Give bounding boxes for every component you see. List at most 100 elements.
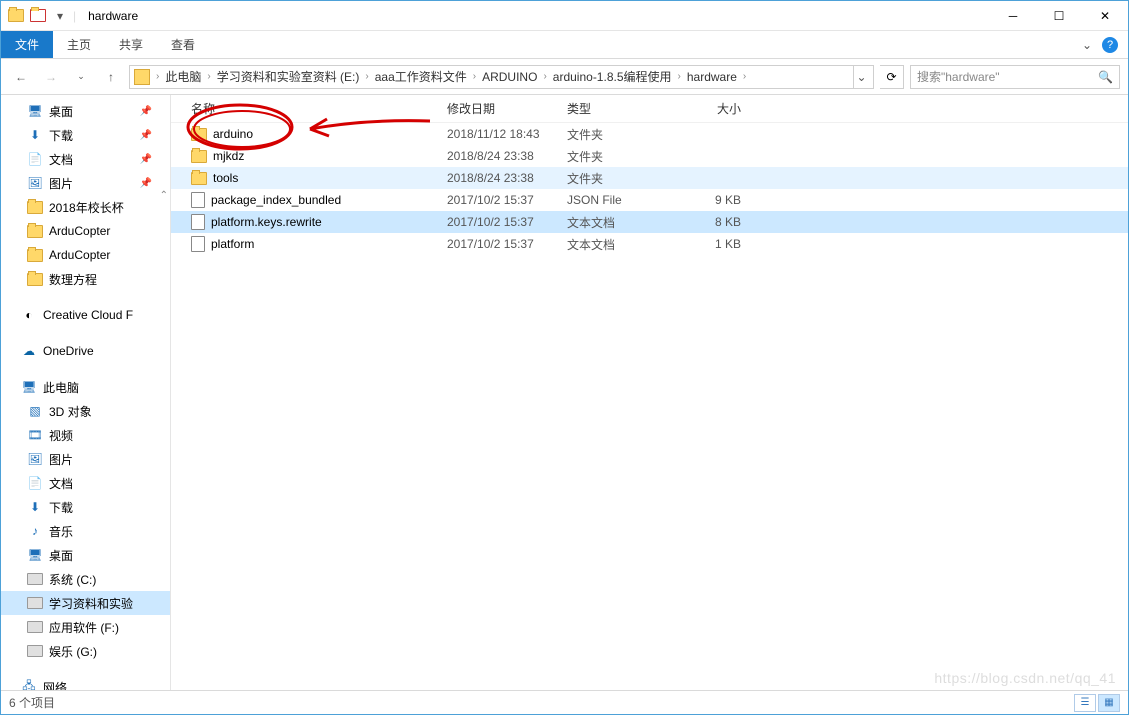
table-row[interactable]: package_index_bundled2017/10/2 15:37JSON… <box>171 189 1128 211</box>
folder-icon <box>134 69 150 85</box>
file-name: platform.keys.rewrite <box>211 215 322 229</box>
sidebar-item-network[interactable]: 🖧 网络 <box>1 675 170 690</box>
search-input[interactable]: 搜索"hardware" 🔍 <box>910 65 1120 89</box>
table-row[interactable]: platform.keys.rewrite 2017/10/2 15:37文本文档… <box>171 211 1128 233</box>
table-row[interactable]: tools2018/8/24 23:38文件夹 <box>171 167 1128 189</box>
crumb[interactable]: hardware <box>683 66 741 88</box>
sidebar-item[interactable]: 2018年校长杯 <box>1 195 170 219</box>
drive-icon <box>27 595 43 611</box>
sidebar-item[interactable]: 系统 (C:) <box>1 567 170 591</box>
maximize-button[interactable]: ☐ <box>1036 1 1082 31</box>
sidebar-item-label: ArduCopter <box>49 224 110 238</box>
cloud-icon: ◐ <box>21 307 37 323</box>
sidebar-item-label: 音乐 <box>49 523 73 540</box>
view-icons-button[interactable]: ▦ <box>1098 694 1120 712</box>
sidebar-item[interactable]: 📄文档📌 <box>1 147 170 171</box>
crumb[interactable]: arduino-1.8.5编程使用 <box>549 66 676 88</box>
tab-view[interactable]: 查看 <box>157 31 209 58</box>
table-row[interactable]: arduino2018/11/12 18:43文件夹 <box>171 123 1128 145</box>
desktop-icon: 🖥 <box>27 547 43 563</box>
breadcrumb-dropdown[interactable]: ⌄ <box>853 66 869 88</box>
col-name[interactable]: 名称 <box>183 100 439 117</box>
file-type: 文本文档 <box>559 236 679 253</box>
sidebar-item-label: 下载 <box>49 499 73 516</box>
sidebar-item[interactable]: ⬇下载📌 <box>1 123 170 147</box>
file-icon <box>191 236 205 252</box>
sidebar-item[interactable]: 娱乐 (G:) <box>1 639 170 663</box>
tab-file[interactable]: 文件 <box>1 31 53 58</box>
statusbar: 6 个项目 ☰ ▦ <box>1 690 1128 714</box>
navbar: ← → ⌄ ↑ › 此电脑 › 学习资料和实验室资料 (E:) › aaa工作资… <box>1 59 1128 95</box>
file-date: 2017/10/2 15:37 <box>439 215 559 229</box>
chevron-right-icon[interactable]: › <box>471 71 478 82</box>
chevron-right-icon[interactable]: › <box>741 71 748 82</box>
col-type[interactable]: 类型 <box>559 100 679 117</box>
chevron-right-icon[interactable]: › <box>676 71 683 82</box>
nav-history-dropdown[interactable]: ⌄ <box>69 65 93 89</box>
sidebar-item[interactable]: ♪ 音乐 <box>1 519 170 543</box>
nav-back-button[interactable]: ← <box>9 65 33 89</box>
content-area: ⌃ 🖥桌面📌⬇下载📌📄文档📌🖼图片📌2018年校长杯ArduCopterArdu… <box>1 95 1128 690</box>
chevron-right-icon[interactable]: › <box>363 71 370 82</box>
minimize-button[interactable]: ─ <box>990 1 1036 31</box>
file-name: tools <box>213 171 238 185</box>
col-date[interactable]: 修改日期 <box>439 100 559 117</box>
sidebar-item-label: 系统 (C:) <box>49 571 96 588</box>
chevron-right-icon[interactable]: › <box>154 71 161 82</box>
drive-icon <box>27 643 43 659</box>
drive-icon <box>27 571 43 587</box>
sidebar-item[interactable]: 🎞视频 <box>1 423 170 447</box>
music-icon: ♪ <box>27 523 43 539</box>
file-size: 1 KB <box>679 237 749 251</box>
titlebar: ▾ | hardware ─ ☐ ✕ <box>1 1 1128 31</box>
file-list[interactable]: arduino2018/11/12 18:43文件夹mjkdz2018/8/24… <box>171 123 1128 690</box>
search-icon[interactable]: 🔍 <box>1098 70 1113 84</box>
chevron-right-icon[interactable]: › <box>205 71 212 82</box>
sidebar[interactable]: ⌃ 🖥桌面📌⬇下载📌📄文档📌🖼图片📌2018年校长杯ArduCopterArdu… <box>1 95 171 690</box>
caret-icon[interactable]: ⌃ <box>160 190 168 201</box>
sidebar-item-thispc[interactable]: 🖥 此电脑 <box>1 375 170 399</box>
sidebar-item[interactable]: 🖥桌面 <box>1 543 170 567</box>
sidebar-item[interactable]: ▧3D 对象 <box>1 399 170 423</box>
file-pane: 名称 修改日期 类型 大小 arduino2018/11/12 18:43文件夹… <box>171 95 1128 690</box>
sidebar-item[interactable]: ⬇下载 <box>1 495 170 519</box>
sidebar-item[interactable]: 🖼图片📌 <box>1 171 170 195</box>
file-name: mjkdz <box>213 149 244 163</box>
tab-home[interactable]: 主页 <box>53 31 105 58</box>
sidebar-item[interactable]: 📄文档 <box>1 471 170 495</box>
tab-share[interactable]: 共享 <box>105 31 157 58</box>
pin-icon: 📌 <box>140 130 152 141</box>
file-type: 文件夹 <box>559 170 679 187</box>
help-icon[interactable]: ? <box>1102 37 1118 53</box>
dropdown-icon[interactable]: ▾ <box>51 7 69 25</box>
sidebar-item[interactable]: 学习资料和实验 <box>1 591 170 615</box>
table-row[interactable]: mjkdz2018/8/24 23:38文件夹 <box>171 145 1128 167</box>
sidebar-item-label: 3D 对象 <box>49 403 92 420</box>
sidebar-item-cloud[interactable]: ◐ Creative Cloud F <box>1 303 170 327</box>
table-row[interactable]: platform2017/10/2 15:37文本文档1 KB <box>171 233 1128 255</box>
ribbon-tabs: 文件 主页 共享 查看 ⌄ ? <box>1 31 1128 59</box>
file-type: 文本文档 <box>559 214 679 231</box>
sidebar-item[interactable]: 数理方程 <box>1 267 170 291</box>
crumb[interactable]: 学习资料和实验室资料 (E:) <box>213 66 364 88</box>
sidebar-item[interactable]: 应用软件 (F:) <box>1 615 170 639</box>
sidebar-item[interactable]: ArduCopter <box>1 243 170 267</box>
view-details-button[interactable]: ☰ <box>1074 694 1096 712</box>
sidebar-item[interactable]: 🖼图片 <box>1 447 170 471</box>
file-date: 2017/10/2 15:37 <box>439 237 559 251</box>
refresh-button[interactable]: ⟳ <box>880 65 904 89</box>
chevron-right-icon[interactable]: › <box>541 71 548 82</box>
ribbon-expand-icon[interactable]: ⌄ <box>1082 38 1092 52</box>
sidebar-item[interactable]: ArduCopter <box>1 219 170 243</box>
sidebar-item-onedrive[interactable]: ☁ OneDrive <box>1 339 170 363</box>
col-size[interactable]: 大小 <box>679 100 749 117</box>
breadcrumb[interactable]: › 此电脑 › 学习资料和实验室资料 (E:) › aaa工作资料文件 › AR… <box>129 65 874 89</box>
nav-up-button[interactable]: ↑ <box>99 65 123 89</box>
crumb[interactable]: 此电脑 <box>161 66 205 88</box>
sidebar-item[interactable]: 🖥桌面📌 <box>1 99 170 123</box>
crumb[interactable]: aaa工作资料文件 <box>371 66 471 88</box>
sidebar-item-label: 图片 <box>49 451 73 468</box>
close-button[interactable]: ✕ <box>1082 1 1128 31</box>
crumb[interactable]: ARDUINO <box>478 66 541 88</box>
nav-forward-button[interactable]: → <box>39 65 63 89</box>
